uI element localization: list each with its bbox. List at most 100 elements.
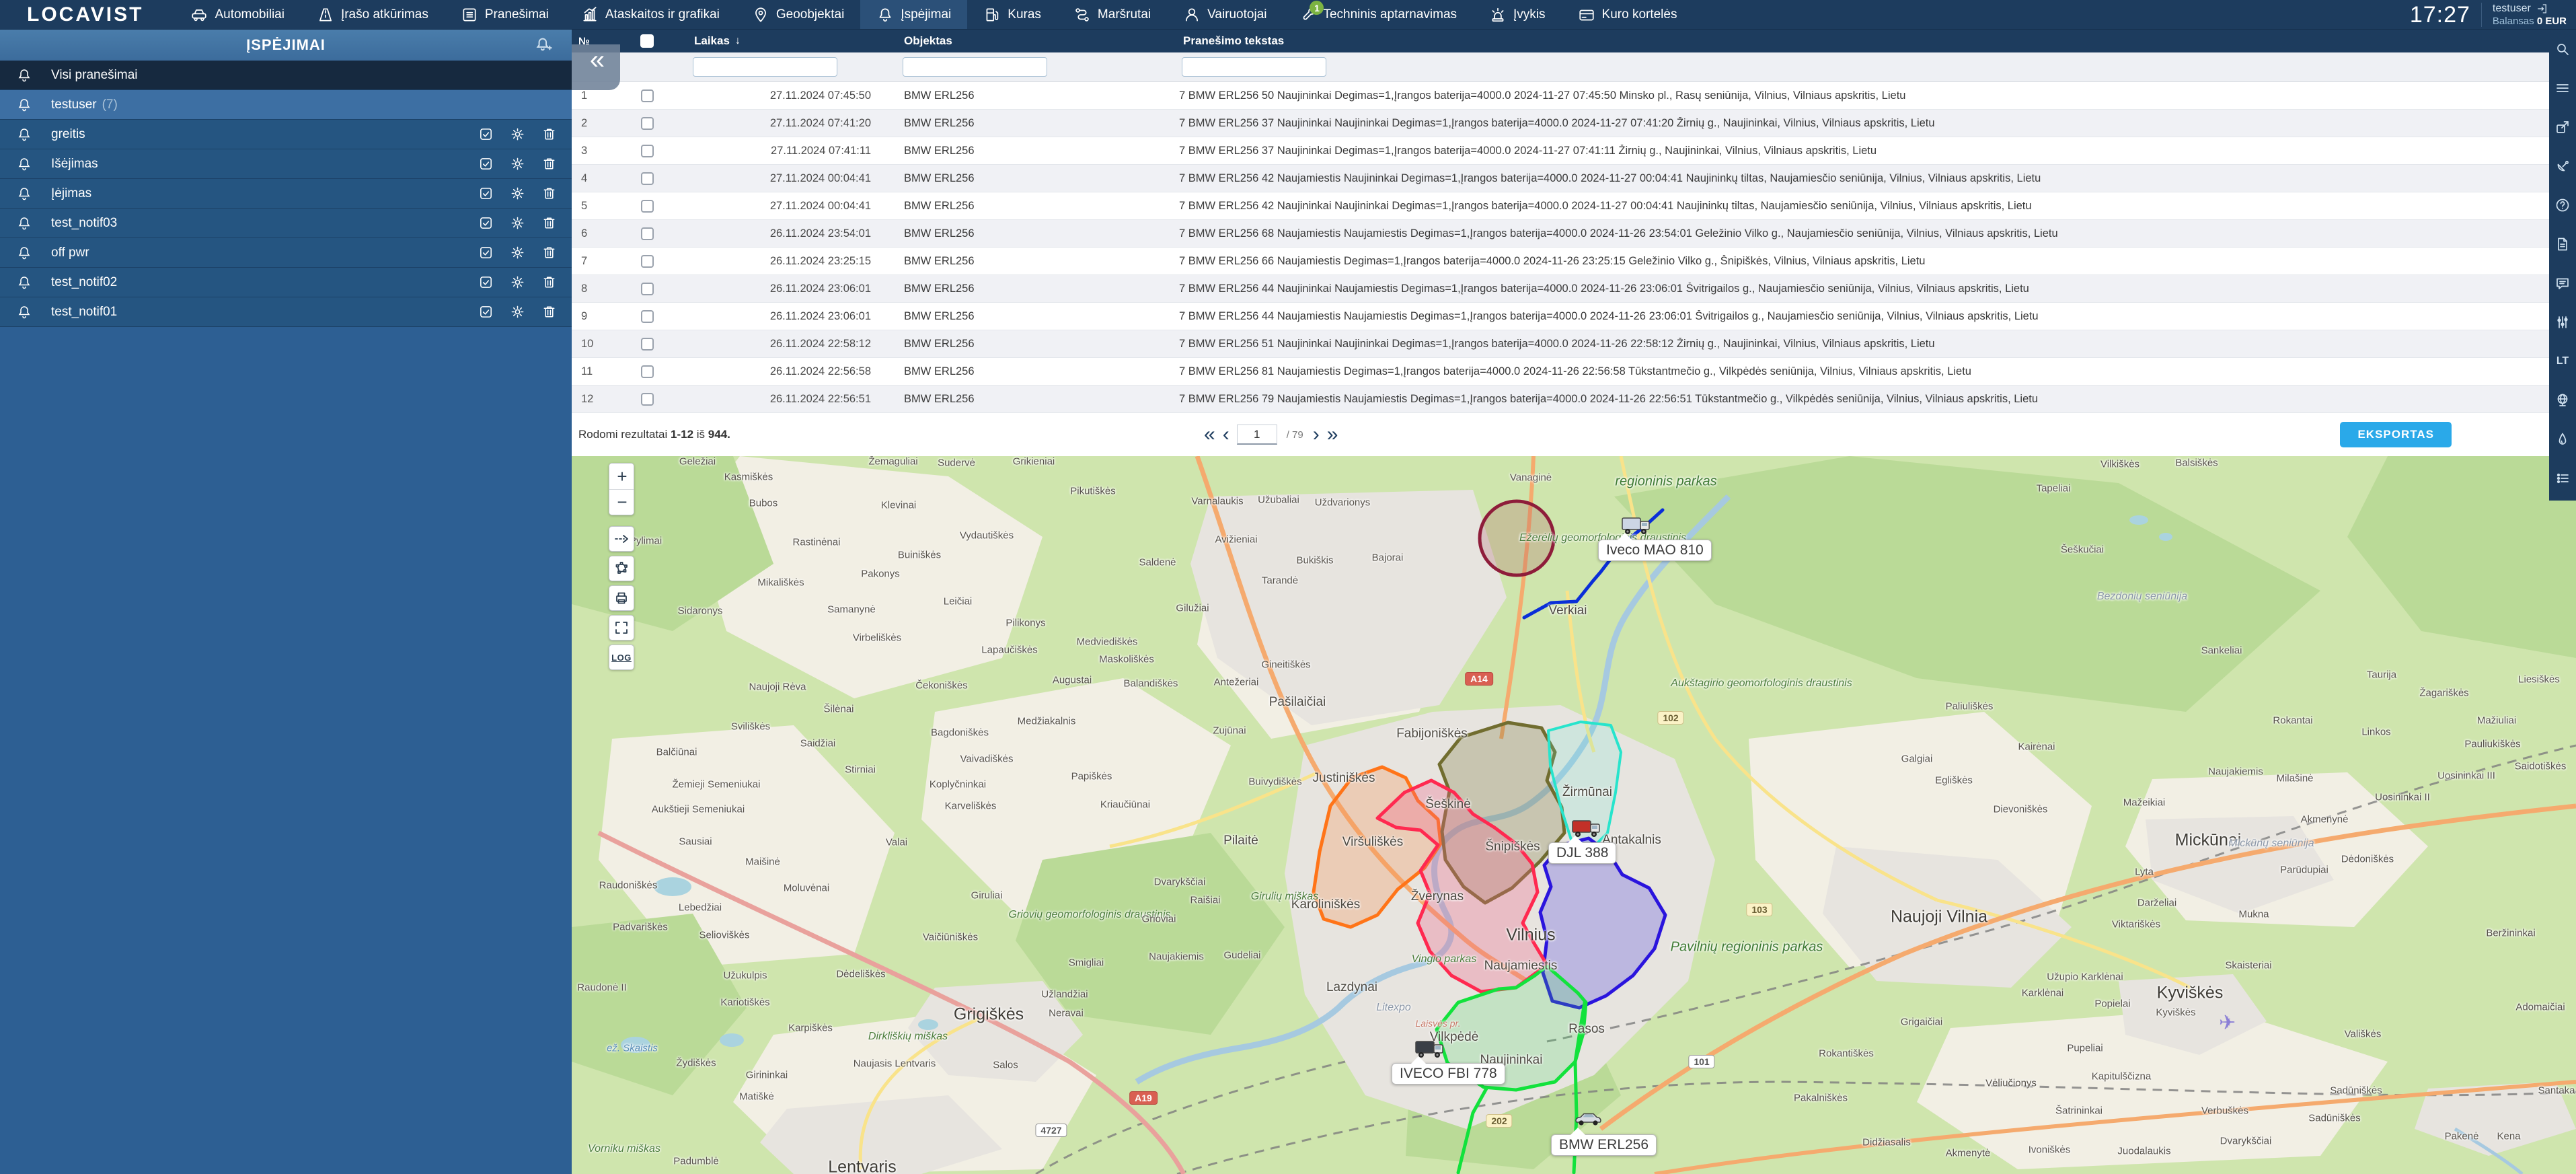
- laikas-filter-input[interactable]: [693, 57, 837, 77]
- vehicle-marker[interactable]: Iveco MAO 810: [1621, 515, 1652, 540]
- sidebar-alert-item[interactable]: off pwr: [0, 238, 572, 268]
- nav-item-kuro-korteles[interactable]: Kuro kortelės: [1562, 0, 1694, 29]
- sidebar-collapse-button[interactable]: «: [572, 44, 620, 90]
- gear-icon[interactable]: [510, 274, 525, 290]
- row-checkbox[interactable]: [641, 172, 654, 185]
- table-row[interactable]: 11 26.11.2024 22:56:58 BMW ERL256 7 BMW …: [572, 358, 2576, 386]
- fullscreen-button[interactable]: [609, 615, 634, 640]
- gear-icon[interactable]: [510, 304, 525, 320]
- col-laikas[interactable]: Laikas↓: [685, 34, 895, 48]
- sidebar-alert-item[interactable]: test_notif02: [0, 268, 572, 297]
- logout-icon[interactable]: [2536, 3, 2548, 15]
- alert-enabled-checkbox[interactable]: [478, 126, 494, 142]
- sidebar-alert-item[interactable]: test_notif01: [0, 297, 572, 327]
- sidebar-alert-item[interactable]: Visi pranešimai: [0, 61, 572, 90]
- nav-item-marsrutai[interactable]: Maršrutai: [1057, 0, 1167, 29]
- prev-page-button[interactable]: ‹: [1223, 425, 1227, 445]
- nav-item-vairuotojai[interactable]: Vairuotojai: [1167, 0, 1283, 29]
- table-row[interactable]: 8 26.11.2024 23:06:01 BMW ERL256 7 BMW E…: [572, 275, 2576, 303]
- trash-icon[interactable]: [541, 156, 557, 172]
- nav-item-iraso-atkurimas[interactable]: Įrašo atkūrimas: [301, 0, 445, 29]
- vehicle-label[interactable]: Iveco MAO 810: [1598, 540, 1712, 561]
- menu-icon[interactable]: [2549, 69, 2576, 108]
- trash-icon[interactable]: [541, 304, 557, 320]
- alert-enabled-checkbox[interactable]: [478, 156, 494, 172]
- page-input[interactable]: 1: [1237, 425, 1277, 445]
- table-row[interactable]: 9 26.11.2024 23:06:01 BMW ERL256 7 BMW E…: [572, 303, 2576, 330]
- export-button[interactable]: EKSPORTAS: [2340, 422, 2452, 447]
- chat-icon[interactable]: [2549, 264, 2576, 303]
- trash-icon[interactable]: [541, 215, 557, 231]
- language-lt-button[interactable]: LT: [2549, 342, 2576, 381]
- zoom-out-button[interactable]: −: [609, 489, 634, 515]
- trash-icon[interactable]: [541, 245, 557, 260]
- row-checkbox[interactable]: [641, 393, 654, 406]
- gear-icon[interactable]: [510, 156, 525, 172]
- list-icon[interactable]: [2549, 459, 2576, 498]
- globe-icon[interactable]: [2549, 381, 2576, 420]
- nav-item-automobiliai[interactable]: Automobiliai: [174, 0, 301, 29]
- fuel-drop-icon[interactable]: [2549, 420, 2576, 459]
- table-row[interactable]: 1 27.11.2024 07:45:50 BMW ERL256 7 BMW E…: [572, 82, 2576, 110]
- next-page-button[interactable]: ›: [1313, 425, 1318, 445]
- nav-item-ataskaitos[interactable]: Ataskaitos ir grafikai: [565, 0, 736, 29]
- col-pranesimo-tekstas[interactable]: Pranešimo tekstas: [1174, 34, 2576, 48]
- table-row[interactable]: 4 27.11.2024 00:04:41 BMW ERL256 7 BMW E…: [572, 165, 2576, 192]
- row-checkbox[interactable]: [641, 283, 654, 295]
- vehicle-label[interactable]: IVECO FBI 778: [1392, 1063, 1505, 1085]
- table-row[interactable]: 3 27.11.2024 07:41:11 BMW ERL256 7 BMW E…: [572, 137, 2576, 165]
- vehicle-label[interactable]: DJL 388: [1548, 842, 1616, 864]
- last-page-button[interactable]: »: [1327, 425, 1336, 445]
- map-canvas[interactable]: ✈ VilniusGrigiškėsLentvarisNaujoji Vilni…: [572, 456, 2576, 1174]
- share-icon[interactable]: [2549, 108, 2576, 147]
- help-icon[interactable]: [2549, 186, 2576, 225]
- trash-icon[interactable]: [541, 274, 557, 290]
- tekstas-filter-input[interactable]: [1182, 57, 1326, 77]
- add-alert-bell-icon[interactable]: [534, 36, 553, 54]
- row-checkbox[interactable]: [641, 227, 654, 240]
- zoom-in-button[interactable]: +: [609, 464, 634, 489]
- alert-enabled-checkbox[interactable]: [478, 274, 494, 290]
- sidebar-alert-item[interactable]: testuser (7): [0, 90, 572, 120]
- polygon-tool-button[interactable]: [609, 556, 634, 581]
- row-checkbox[interactable]: [641, 365, 654, 378]
- satellite-icon[interactable]: [2549, 147, 2576, 186]
- vehicle-marker[interactable]: BMW ERL256: [1574, 1110, 1602, 1131]
- gear-icon[interactable]: [510, 126, 525, 142]
- nav-item-geoobjektai[interactable]: Geoobjektai: [736, 0, 860, 29]
- select-all-checkbox[interactable]: [640, 34, 654, 48]
- measure-arrow-button[interactable]: [609, 526, 634, 552]
- table-row[interactable]: 10 26.11.2024 22:58:12 BMW ERL256 7 BMW …: [572, 330, 2576, 358]
- gear-icon[interactable]: [510, 215, 525, 231]
- gear-icon[interactable]: [510, 245, 525, 260]
- nav-item-ivykis[interactable]: Įvykis: [1473, 0, 1562, 29]
- alert-enabled-checkbox[interactable]: [478, 215, 494, 231]
- objektas-filter-input[interactable]: [903, 57, 1047, 77]
- nav-item-techninis[interactable]: 1 Techninis aptarnavimas: [1283, 0, 1473, 29]
- row-checkbox[interactable]: [641, 255, 654, 268]
- sidebar-alert-item[interactable]: Išėjimas: [0, 149, 572, 179]
- trash-icon[interactable]: [541, 186, 557, 201]
- filters-icon[interactable]: [2549, 303, 2576, 342]
- document-icon[interactable]: [2549, 225, 2576, 264]
- col-objektas[interactable]: Objektas: [895, 34, 1174, 48]
- log-button[interactable]: LOG: [609, 645, 634, 670]
- table-row[interactable]: 12 26.11.2024 22:56:51 BMW ERL256 7 BMW …: [572, 386, 2576, 413]
- table-row[interactable]: 7 26.11.2024 23:25:15 BMW ERL256 7 BMW E…: [572, 248, 2576, 275]
- row-checkbox[interactable]: [641, 310, 654, 323]
- sidebar-alert-item[interactable]: test_notif03: [0, 209, 572, 238]
- sidebar-alert-item[interactable]: greitis: [0, 120, 572, 149]
- row-checkbox[interactable]: [641, 338, 654, 351]
- alert-enabled-checkbox[interactable]: [478, 186, 494, 201]
- table-row[interactable]: 6 26.11.2024 23:54:01 BMW ERL256 7 BMW E…: [572, 220, 2576, 248]
- alert-enabled-checkbox[interactable]: [478, 304, 494, 320]
- nav-item-kuras[interactable]: Kuras: [967, 0, 1057, 29]
- nav-item-ispejimai[interactable]: Įspėjimai: [860, 0, 967, 29]
- search-icon[interactable]: [2549, 30, 2576, 69]
- table-row[interactable]: 5 27.11.2024 00:04:41 BMW ERL256 7 BMW E…: [572, 192, 2576, 220]
- row-checkbox[interactable]: [641, 200, 654, 213]
- first-page-button[interactable]: «: [1204, 425, 1213, 445]
- row-checkbox[interactable]: [641, 145, 654, 157]
- row-checkbox[interactable]: [641, 117, 654, 130]
- row-checkbox[interactable]: [641, 89, 654, 102]
